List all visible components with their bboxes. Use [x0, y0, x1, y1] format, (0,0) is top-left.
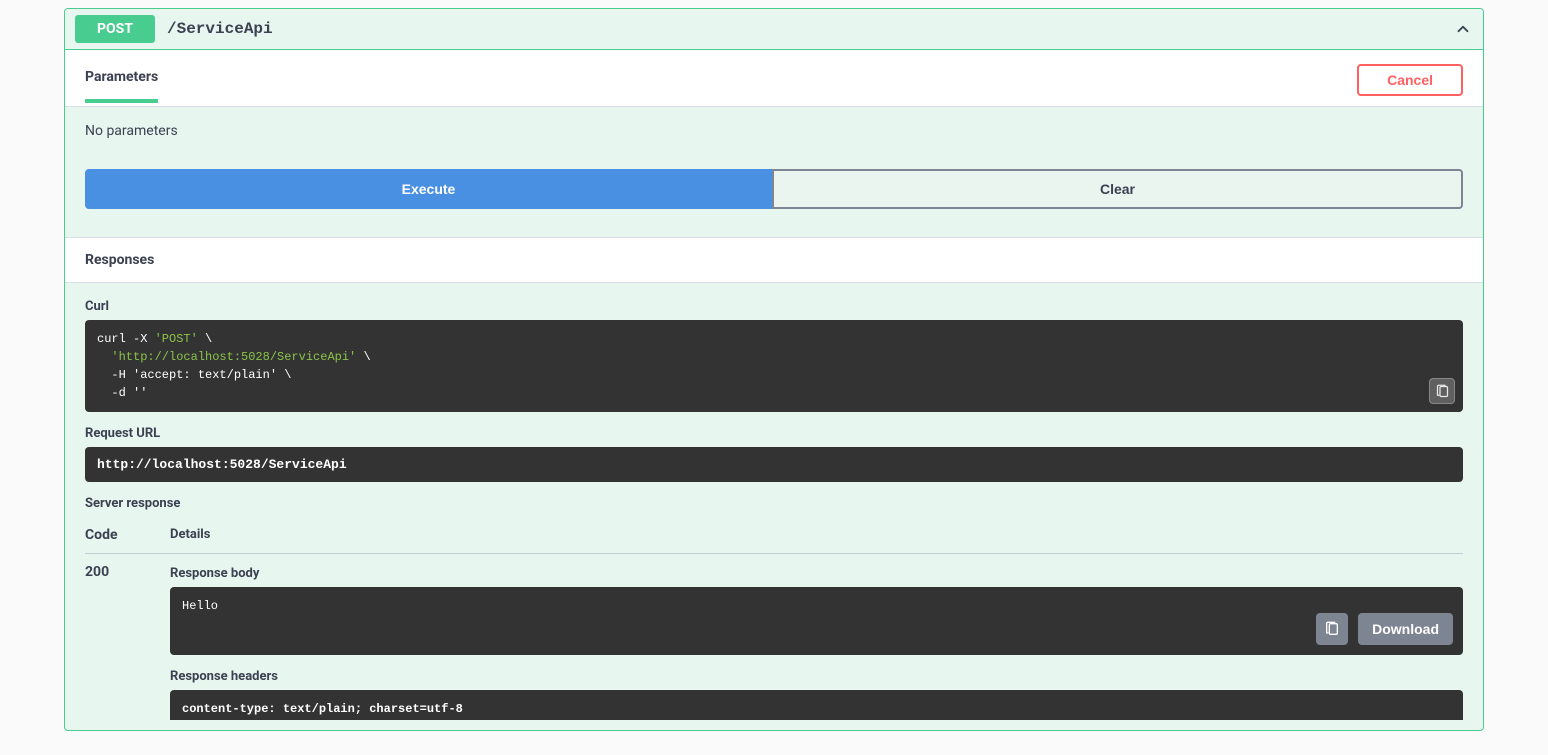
clear-button[interactable]: Clear — [772, 169, 1463, 209]
responses-heading: Responses — [65, 237, 1483, 283]
execute-button[interactable]: Execute — [85, 169, 772, 209]
curl-text-line3: -H 'accept: text/plain' \ — [97, 368, 291, 382]
response-body-block: Hello Download — [170, 587, 1463, 655]
cancel-button[interactable]: Cancel — [1357, 64, 1463, 96]
curl-text-post2: \ — [356, 350, 370, 364]
chevron-up-icon[interactable] — [1453, 19, 1473, 39]
clipboard-icon — [1324, 621, 1340, 637]
curl-label: Curl — [85, 299, 1463, 314]
response-headers-block: content-type: text/plain; charset=utf-8 — [170, 690, 1463, 720]
curl-text-url: 'http://localhost:5028/ServiceApi' — [97, 350, 356, 364]
response-body-label: Response body — [170, 566, 1463, 581]
copy-curl-button[interactable] — [1429, 378, 1455, 404]
server-response-label: Server response — [85, 496, 1463, 511]
parameters-body: No parameters Execute Clear — [65, 107, 1483, 237]
operation-block: POST /ServiceApi Parameters Cancel No pa… — [64, 8, 1484, 731]
tab-parameters[interactable]: Parameters — [85, 69, 158, 103]
copy-response-button[interactable] — [1316, 613, 1348, 645]
curl-text-line4: -d '' — [97, 386, 147, 400]
header-code: Code — [85, 527, 170, 543]
curl-code-block: curl -X 'POST' \ 'http://localhost:5028/… — [85, 320, 1463, 412]
no-parameters-text: No parameters — [85, 123, 1463, 139]
request-url-label: Request URL — [85, 426, 1463, 441]
endpoint-path: /ServiceApi — [167, 20, 1453, 38]
parameters-tab-header: Parameters Cancel — [65, 50, 1483, 107]
response-body-text: Hello — [182, 599, 218, 613]
status-code: 200 — [85, 564, 170, 720]
curl-text-post1: \ — [198, 332, 212, 346]
response-headers-label: Response headers — [170, 669, 1463, 684]
operation-summary-row[interactable]: POST /ServiceApi — [65, 9, 1483, 50]
responses-body: Curl curl -X 'POST' \ 'http://localhost:… — [65, 283, 1483, 730]
curl-text-pre: curl -X — [97, 332, 155, 346]
response-row: 200 Response body Hello Download Respons… — [85, 554, 1463, 730]
download-button[interactable]: Download — [1358, 613, 1453, 645]
clipboard-icon — [1435, 384, 1450, 399]
curl-text-method: 'POST' — [155, 332, 198, 346]
response-table-header: Code Details — [85, 517, 1463, 554]
request-url-block: http://localhost:5028/ServiceApi — [85, 447, 1463, 482]
header-details: Details — [170, 527, 1463, 543]
method-badge: POST — [75, 15, 155, 43]
